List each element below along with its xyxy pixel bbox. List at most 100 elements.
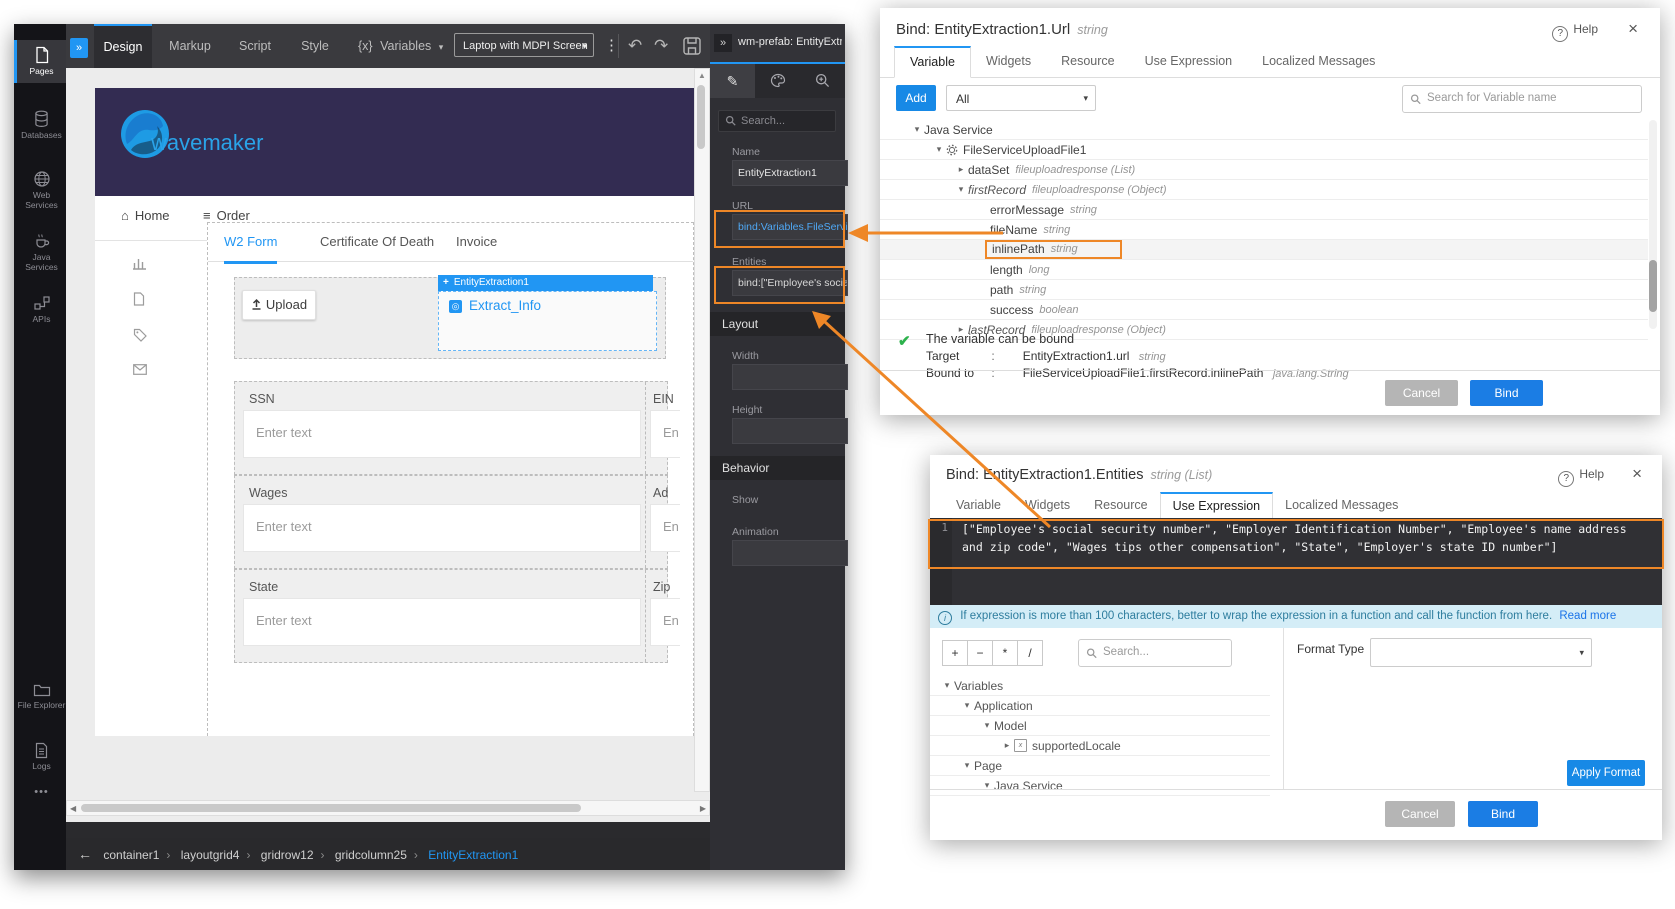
expand-arrow-icon[interactable]: ▾ (932, 144, 946, 155)
sidebar-more-button[interactable]: ••• (14, 780, 66, 805)
widget-selection-header[interactable]: +EntityExtraction1 (438, 275, 653, 291)
expression-code[interactable]: ["Employee's social security number", "E… (952, 518, 1662, 605)
multiply-operator-button[interactable]: * (993, 640, 1018, 666)
breadcrumb-item[interactable]: container1 (103, 848, 159, 862)
text-input-ssn[interactable]: Enter text (243, 410, 641, 458)
tab-variable[interactable]: Variable (894, 46, 971, 78)
breadcrumb-item[interactable]: layoutgrid4 (181, 848, 240, 862)
expression-search-input[interactable]: Search... (1078, 639, 1232, 667)
tree-row-supportedlocale[interactable]: ▸xsupportedLocale (930, 736, 1270, 756)
device-selector[interactable]: Laptop with MDPI Screen ▾ (454, 33, 594, 57)
tab-widgets[interactable]: Widgets (971, 46, 1046, 77)
scrollbar-thumb[interactable] (697, 85, 705, 149)
variable-filter-select[interactable]: All▾ (946, 85, 1096, 111)
help-button[interactable]: ?Help (1552, 22, 1598, 42)
scroll-left-arrow[interactable]: ◀ (70, 804, 76, 813)
url-input[interactable]: bind:Variables.FileServiceUploadF (732, 214, 848, 240)
tree-row-firstrecord[interactable]: ▾firstRecordfileuploadresponse (Object) (880, 180, 1648, 200)
scroll-right-arrow[interactable]: ▶ (700, 804, 706, 813)
sidebar-item-apis[interactable]: APIs (14, 288, 66, 331)
toolbar-tab-script[interactable]: Script (228, 24, 282, 68)
cancel-button[interactable]: Cancel (1385, 380, 1458, 406)
tab-certificate-of-death[interactable]: Certificate Of Death (320, 223, 434, 261)
width-input[interactable] (732, 364, 848, 390)
toolbar-tab-markup[interactable]: Markup (160, 24, 220, 68)
horizontal-scrollbar[interactable]: ◀ ▶ (66, 800, 710, 816)
tree-row-variables[interactable]: ▾Variables (930, 676, 1270, 696)
format-type-select[interactable]: ▾ (1370, 638, 1592, 667)
tag-icon[interactable] (133, 328, 147, 342)
expand-arrow-icon[interactable]: ▾ (940, 680, 954, 691)
expand-sidebar-button[interactable]: » (70, 38, 88, 58)
back-icon[interactable]: ← (78, 846, 92, 862)
tab-styles[interactable] (755, 64, 800, 98)
bind-button[interactable]: Bind (1470, 380, 1543, 406)
tree-scrollbar[interactable] (1649, 120, 1657, 329)
expand-arrow-icon[interactable]: ▾ (910, 124, 924, 135)
divide-operator-button[interactable]: / (1018, 640, 1043, 666)
tree-row-java-service[interactable]: ▾Java Service (880, 120, 1648, 140)
collapse-panel-icon[interactable]: » (714, 34, 732, 52)
tab-resource[interactable]: Resource (1046, 46, 1130, 77)
help-button[interactable]: ?Help (1558, 467, 1604, 487)
variable-search-input[interactable]: Search for Variable name (1402, 85, 1642, 113)
tree-row-page[interactable]: ▾Page (930, 756, 1270, 776)
tree-row-model[interactable]: ▾Model (930, 716, 1270, 736)
scrollbar-thumb[interactable] (1649, 260, 1657, 312)
tab-use-expression[interactable]: Use Expression (1130, 46, 1248, 77)
collapse-arrow-icon[interactable]: ▸ (954, 164, 968, 175)
close-icon[interactable]: × (1628, 19, 1638, 39)
collapse-arrow-icon[interactable]: ▸ (1000, 740, 1014, 751)
scrollbar-thumb[interactable] (81, 804, 581, 812)
mail-icon[interactable] (133, 364, 147, 375)
nav-item-home[interactable]: ⌂Home (121, 208, 170, 223)
tab-advanced[interactable] (800, 64, 845, 98)
sidebar-item-java-services[interactable]: Java Services (14, 226, 66, 279)
kebab-menu-icon[interactable]: ⋮ (604, 24, 619, 68)
sidebar-item-file-explorer[interactable]: File Explorer (14, 676, 66, 717)
tree-row-filename[interactable]: fileNamestring (880, 220, 1648, 240)
tab-localized-messages[interactable]: Localized Messages (1247, 46, 1390, 77)
breadcrumb-item-current[interactable]: EntityExtraction1 (428, 848, 518, 862)
chart-icon[interactable] (133, 256, 147, 270)
undo-icon[interactable]: ↶ (628, 24, 642, 68)
entity-extraction-widget[interactable]: ◎ Extract_Info (438, 291, 657, 351)
text-input-state[interactable]: Enter text (243, 598, 641, 646)
name-input[interactable]: EntityExtraction1 (732, 160, 848, 186)
tree-row-path[interactable]: pathstring (880, 280, 1648, 300)
plus-operator-button[interactable]: + (942, 640, 968, 666)
entities-input[interactable]: bind:["Employee's social security n (732, 270, 848, 296)
text-input[interactable]: En (650, 598, 680, 646)
tab-properties[interactable]: ✎ (710, 64, 755, 98)
tree-row-application[interactable]: ▾Application (930, 696, 1270, 716)
expression-editor[interactable]: 1 ["Employee's social security number", … (930, 518, 1662, 605)
scroll-up-arrow[interactable]: ▲ (695, 69, 709, 83)
save-icon[interactable] (682, 36, 702, 56)
sidebar-item-databases[interactable]: Databases (14, 104, 66, 147)
document-icon[interactable] (133, 292, 147, 306)
sidebar-item-logs[interactable]: Logs (14, 736, 66, 778)
read-more-link[interactable]: Read more (1559, 610, 1616, 622)
text-input[interactable]: En (650, 504, 680, 552)
tab-use-expression[interactable]: Use Expression (1160, 492, 1274, 519)
expand-arrow-icon[interactable]: ▾ (980, 720, 994, 731)
add-variable-button[interactable]: Add (896, 85, 936, 111)
sidebar-item-web-services[interactable]: Web Services (14, 164, 66, 217)
cancel-button[interactable]: Cancel (1385, 801, 1455, 827)
bind-button[interactable]: Bind (1468, 801, 1538, 827)
close-icon[interactable]: × (1632, 464, 1642, 484)
toolbar-tab-style[interactable]: Style (290, 24, 340, 68)
variables-menu[interactable]: {x} Variables ▾ (358, 24, 443, 68)
tab-localized-messages[interactable]: Localized Messages (1273, 492, 1410, 518)
expand-arrow-icon[interactable]: ▾ (960, 700, 974, 711)
expand-arrow-icon[interactable]: ▾ (960, 760, 974, 771)
sidebar-item-pages[interactable]: Pages (14, 40, 66, 83)
toolbar-tab-design[interactable]: Design (94, 24, 152, 70)
tree-row-errormessage[interactable]: errorMessagestring (880, 200, 1648, 220)
tab-invoice[interactable]: Invoice (456, 223, 497, 261)
text-input[interactable]: En (650, 410, 680, 458)
redo-icon[interactable]: ↷ (654, 24, 668, 68)
tree-row-fileserviceuploadfile1[interactable]: ▾FileServiceUploadFile1 (880, 140, 1648, 160)
tree-row-inlinepath[interactable]: inlinePathstring (880, 240, 1648, 260)
move-handle-icon[interactable]: + (443, 277, 449, 288)
